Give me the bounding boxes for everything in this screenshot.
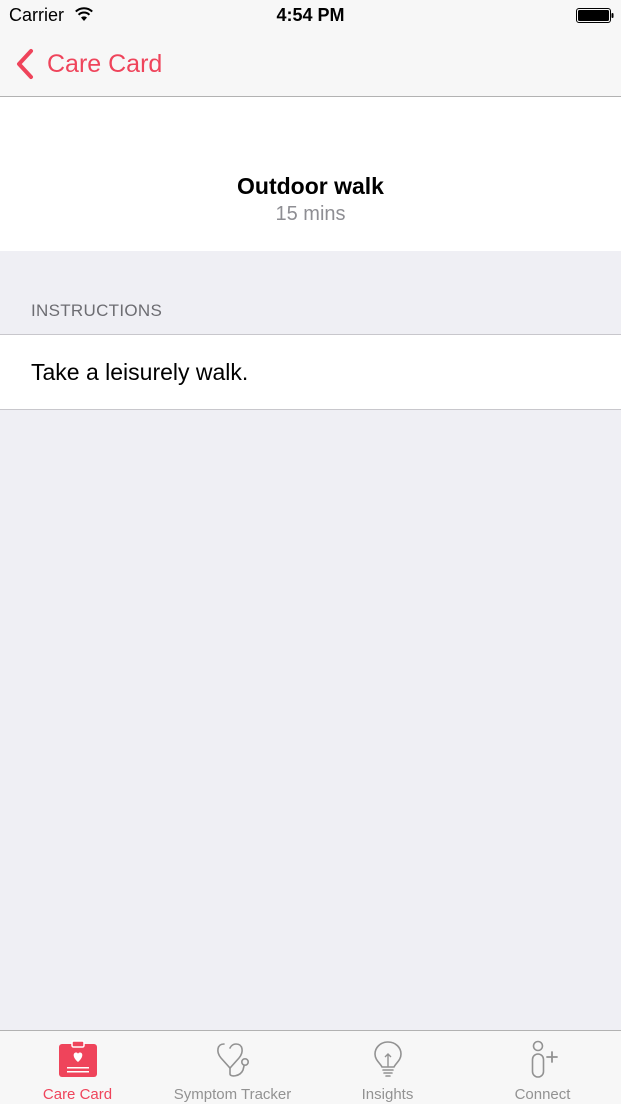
instructions-section-header: INSTRUCTIONS bbox=[31, 301, 163, 320]
tab-label: Connect bbox=[514, 1086, 571, 1103]
tab-connect[interactable]: Connect bbox=[465, 1031, 620, 1104]
status-time: 4:54 PM bbox=[276, 5, 345, 25]
instructions-cell: Take a leisurely walk. bbox=[0, 334, 621, 410]
activity-title: Outdoor walk bbox=[237, 173, 384, 199]
back-button-label: Care Card bbox=[47, 49, 163, 78]
activity-duration: 15 mins bbox=[275, 203, 346, 225]
battery-icon bbox=[576, 8, 614, 23]
tab-label: Symptom Tracker bbox=[173, 1086, 292, 1103]
chevron-left-icon bbox=[17, 49, 33, 79]
tab-symptom-tracker[interactable]: Symptom Tracker bbox=[155, 1031, 310, 1104]
tab-bar: Care Card Symptom Tracker Insights Conne… bbox=[0, 1030, 621, 1104]
care-card-icon bbox=[58, 1040, 97, 1077]
tab-care-card[interactable]: Care Card bbox=[0, 1031, 155, 1104]
status-bar: Carrier 4:54 PM bbox=[0, 0, 621, 32]
care-card-detail-screen: Carrier 4:54 PM Care Card Outdoor walk 1… bbox=[0, 0, 621, 1104]
activity-header: Outdoor walk 15 mins bbox=[0, 97, 621, 251]
instructions-text: Take a leisurely walk. bbox=[31, 359, 249, 385]
tab-label: Care Card bbox=[42, 1086, 113, 1103]
navigation-bar: Care Card bbox=[0, 32, 621, 97]
add-person-icon bbox=[531, 1040, 558, 1078]
back-button[interactable]: Care Card bbox=[14, 46, 162, 82]
tab-label: Insights bbox=[361, 1086, 414, 1103]
tab-insights[interactable]: Insights bbox=[310, 1031, 465, 1104]
lightbulb-icon bbox=[373, 1041, 402, 1077]
stethoscope-icon bbox=[216, 1043, 249, 1077]
